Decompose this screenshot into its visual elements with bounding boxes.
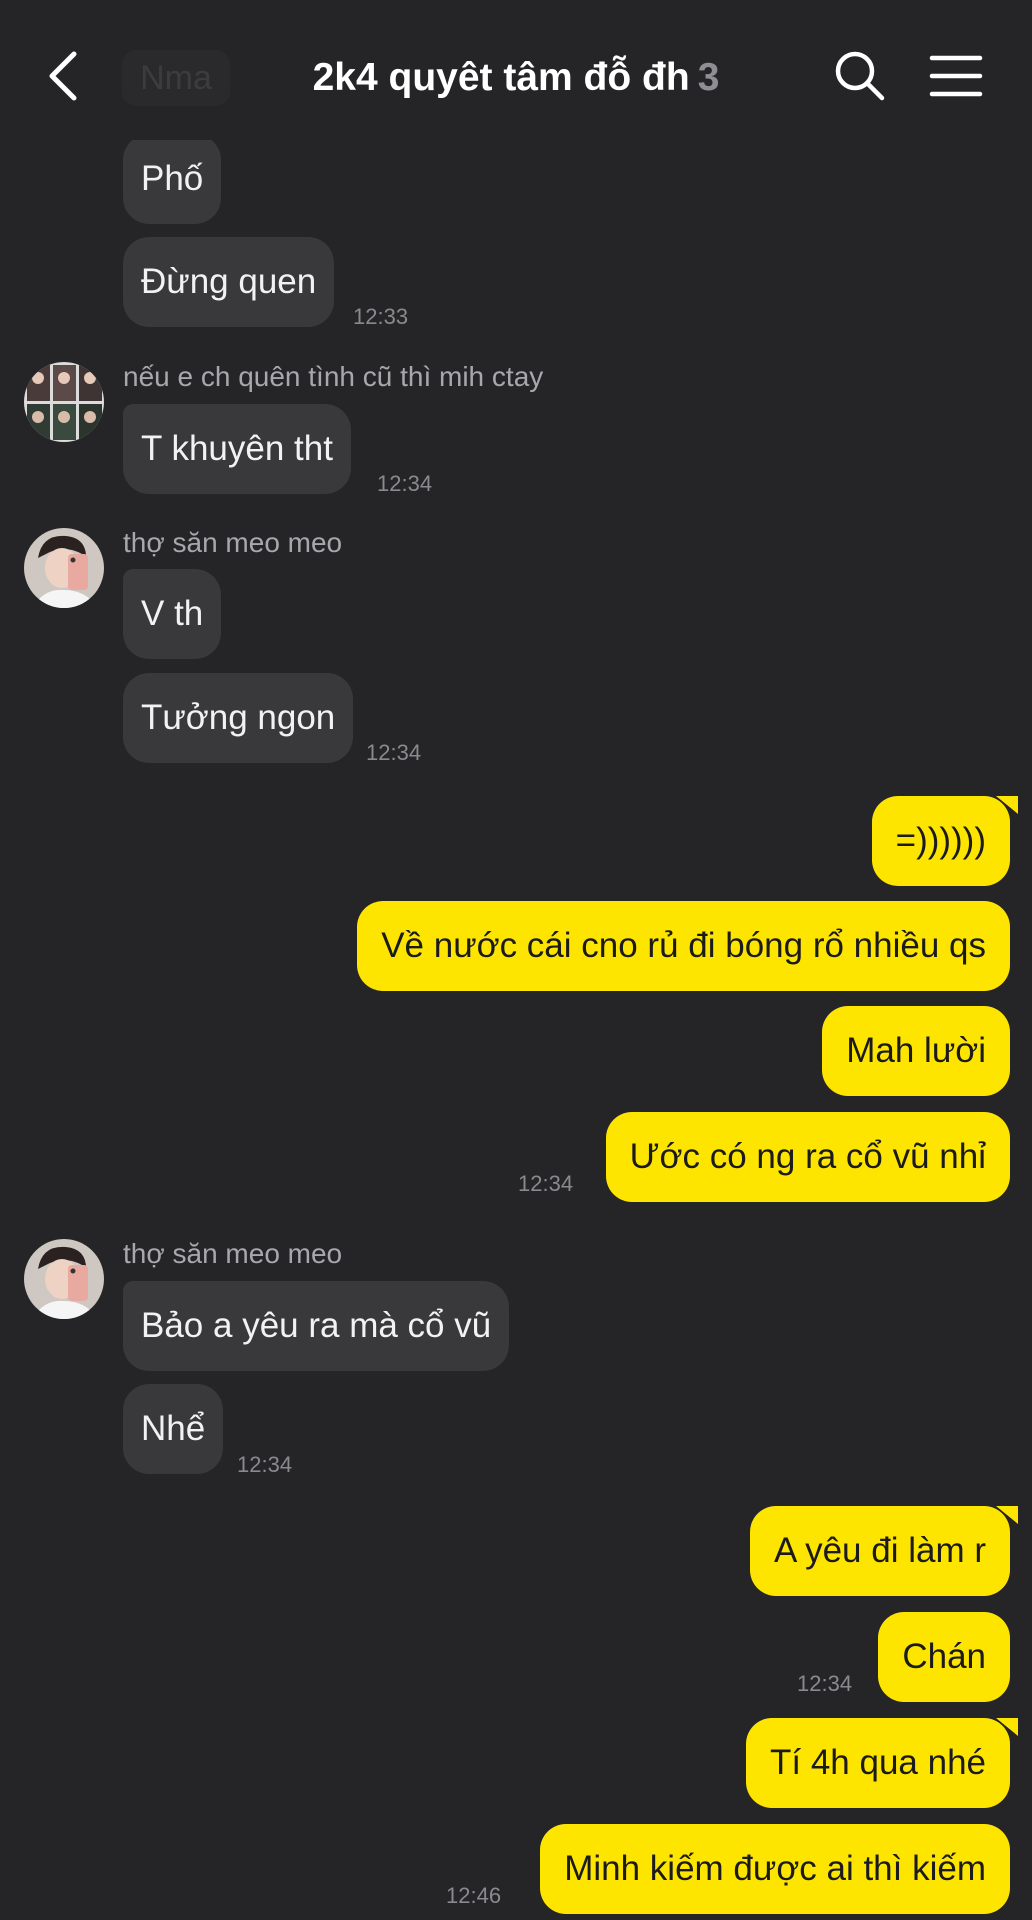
message-bubble-outgoing[interactable]: A yêu đi làm r: [749, 1506, 1019, 1596]
search-icon: [835, 51, 885, 101]
message-bubble-outgoing[interactable]: =)))))): [871, 796, 1019, 886]
sender-name: thợ săn meo meo: [123, 1238, 343, 1269]
chevron-left-icon: [49, 51, 77, 101]
avatar-image: [24, 1239, 104, 1319]
message-timestamp: 12:34: [797, 1671, 853, 1696]
message-bubble-incoming[interactable]: V th: [123, 569, 222, 659]
message-bubble-outgoing[interactable]: Chán: [878, 1612, 1010, 1702]
menu-button[interactable]: [928, 48, 984, 104]
chat-header: Nma 2k4 quyêt tâm đỗ đh 3: [0, 0, 1032, 140]
message-bubble-incoming[interactable]: T khuyên tht: [123, 404, 351, 494]
sender-name: thợ săn meo meo: [123, 527, 343, 558]
hamburger-menu-icon: [929, 55, 983, 97]
sender-name: nếu e ch quên tình cũ thì mih ctay: [123, 361, 544, 392]
chat-title-text: 2k4 quyêt tâm đỗ đh: [312, 56, 690, 99]
message-timestamp: 12:34: [366, 740, 422, 765]
ghost-chip: Nma: [122, 50, 230, 106]
member-count: 3: [697, 56, 720, 99]
message-bubble-incoming[interactable]: Bảo a yêu ra mà cổ vũ: [123, 1281, 510, 1371]
avatar[interactable]: [24, 362, 104, 442]
back-button[interactable]: [36, 46, 92, 106]
message-timestamp: 12:34: [377, 471, 433, 496]
message-timestamp: 12:34: [518, 1171, 574, 1196]
chat-screen: Nma 2k4 quyêt tâm đỗ đh 3 Phố Đừng quen 1…: [0, 0, 1032, 1920]
message-bubble-outgoing[interactable]: Về nước cái cno rủ đi bóng rổ nhiều qs: [357, 901, 1010, 991]
message-bubble-outgoing[interactable]: Tí 4h qua nhé: [746, 1718, 1018, 1808]
avatar-image: [24, 362, 104, 442]
message-bubble-outgoing[interactable]: Mah lười: [822, 1006, 1010, 1096]
message-bubble-incoming[interactable]: Tưởng ngon: [123, 673, 354, 763]
message-bubble-outgoing[interactable]: Ước có ng ra cổ vũ nhỉ: [605, 1112, 1010, 1202]
avatar[interactable]: [24, 1239, 104, 1319]
message-bubble-incoming[interactable]: Phố: [123, 134, 222, 224]
search-button[interactable]: [832, 48, 888, 104]
avatar[interactable]: [24, 528, 104, 608]
message-timestamp: 12:46: [446, 1883, 502, 1908]
message-bubble-outgoing[interactable]: Minh kiếm được ai thì kiếm: [540, 1824, 1010, 1914]
chat-title[interactable]: 2k4 quyêt tâm đỗ đh 3: [240, 48, 792, 108]
message-bubble-incoming[interactable]: Nhể: [123, 1384, 224, 1474]
message-bubble-incoming[interactable]: Đừng quen: [123, 237, 335, 327]
message-timestamp: 12:33: [353, 304, 409, 329]
message-timestamp: 12:34: [237, 1452, 293, 1477]
avatar-image: [24, 528, 104, 608]
